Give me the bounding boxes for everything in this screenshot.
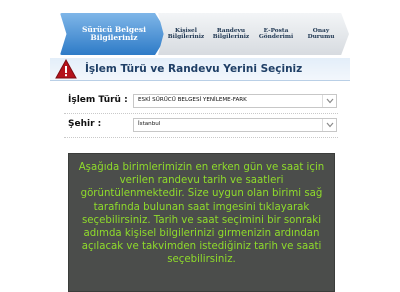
wizard-steps: Sürücü Belgesi Bilgileriniz Kişisel Bilg… (60, 13, 349, 55)
wizard-step-onay[interactable]: Onay Durumu (293, 13, 349, 55)
sehir-row: Şehir : İstanbul (68, 118, 338, 134)
step-label-line2: Bilgileriniz (212, 34, 250, 40)
islem-turu-label: İşlem Türü : (68, 95, 128, 105)
chevron-down-icon[interactable] (322, 95, 336, 107)
step-label-line2: Durumu (307, 34, 335, 40)
page-title: İşlem Türü ve Randevu Yerini Seçiniz (85, 63, 303, 75)
sehir-value: İstanbul (138, 121, 161, 127)
step-label-line2: Bilgileriniz (167, 34, 205, 40)
sehir-label: Şehir : (68, 119, 102, 129)
step-label-line2: Gönderimi (258, 34, 294, 40)
sehir-select[interactable]: İstanbul (133, 118, 337, 132)
page-header: İşlem Türü ve Randevu Yerini Seçiniz (50, 58, 350, 81)
divider (64, 137, 338, 138)
chevron-down-icon[interactable] (322, 119, 336, 131)
info-text: Aşağıda birimlerimizin en erken gün ve s… (78, 162, 325, 266)
divider (64, 113, 338, 114)
step-label-line2: Bilgileriniz (90, 33, 138, 42)
info-box: Aşağıda birimlerimizin en erken gün ve s… (68, 153, 335, 292)
wizard-step-surucu-belgesi[interactable]: Sürücü Belgesi Bilgileriniz (60, 13, 168, 55)
islem-turu-select[interactable]: ESKİ SÜRÜCÜ BELGESİ YENİLEME-FARK (133, 94, 337, 108)
warning-icon (55, 58, 77, 79)
islem-turu-value: ESKİ SÜRÜCÜ BELGESİ YENİLEME-FARK (138, 97, 247, 103)
islem-turu-row: İşlem Türü : ESKİ SÜRÜCÜ BELGESİ YENİLEM… (68, 94, 338, 110)
